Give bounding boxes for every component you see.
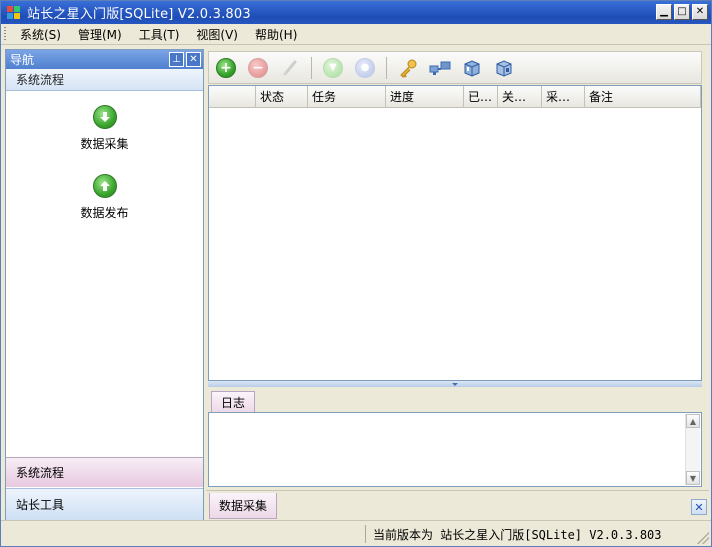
app-window: 站长之星入门版[SQLite] V2.0.3.803 ▁ □ ✕ 系统(S) 管… — [0, 0, 712, 547]
tab-data-collect-label: 数据采集 — [218, 499, 267, 513]
nav-tab-webmaster-tools[interactable]: 站长工具 — [6, 488, 203, 520]
maximize-button[interactable]: □ — [674, 4, 690, 20]
menu-view[interactable]: 视图(V) — [196, 26, 238, 43]
tab-log-label: 日志 — [220, 396, 245, 410]
upload-arrow-icon — [92, 174, 117, 198]
grid-column-collect[interactable]: 采… — [542, 86, 585, 107]
grid-column-status[interactable]: 状态 — [256, 86, 308, 107]
menu-grip-icon[interactable] — [4, 27, 6, 41]
task-grid[interactable]: 状态 任务 进度 已… 关… 采… 备注 — [208, 85, 702, 381]
menu-manage[interactable]: 管理(M) — [78, 26, 122, 43]
scroll-up-icon[interactable]: ▲ — [686, 414, 700, 428]
tab-log[interactable]: 日志 — [211, 391, 255, 413]
menu-tools[interactable]: 工具(T) — [139, 26, 180, 43]
log-textbox[interactable]: ▲ ▼ — [208, 412, 702, 487]
document-tab-strip: 数据采集 ✕ — [206, 490, 709, 519]
key-icon[interactable] — [397, 57, 419, 79]
download-arrow-icon — [92, 105, 117, 129]
window-controls: ▁ □ ✕ — [656, 4, 708, 20]
window-title: 站长之星入门版[SQLite] V2.0.3.803 — [27, 7, 251, 22]
splitter-arrow-icon — [452, 383, 458, 386]
pin-icon[interactable]: ⊥ — [169, 52, 184, 67]
minimize-button[interactable]: ▁ — [656, 4, 672, 20]
menu-bar: 系统(S) 管理(M) 工具(T) 视图(V) 帮助(H) — [1, 24, 711, 45]
nav-tab-label: 系统流程 — [16, 466, 65, 480]
panel-splitter[interactable] — [208, 381, 702, 387]
status-version-text: 当前版本为 站长之星入门版[SQLite] V2.0.3.803 — [373, 528, 662, 542]
nav-tab-label: 站长工具 — [16, 498, 65, 512]
nav-header: 导航 ⊥ ✕ — [6, 50, 203, 69]
server-icon[interactable] — [461, 57, 483, 79]
nav-tool-collect[interactable]: 数据采集 — [6, 105, 203, 152]
nav-title: 导航 — [10, 53, 35, 67]
start-icon[interactable]: ▼ — [322, 57, 344, 79]
nav-panel: 导航 ⊥ ✕ 系统流程 数据采集 数据发布 系统流程 站长工具 — [5, 49, 204, 521]
log-scrollbar[interactable]: ▲ ▼ — [685, 414, 700, 485]
status-bar: 当前版本为 站长之星入门版[SQLite] V2.0.3.803 — [1, 520, 711, 546]
title-bar[interactable]: 站长之星入门版[SQLite] V2.0.3.803 ▁ □ ✕ — [1, 1, 711, 24]
resize-grip-icon[interactable] — [697, 532, 709, 544]
server-alt-icon[interactable] — [493, 57, 515, 79]
toolbar-separator — [311, 56, 312, 79]
menu-help[interactable]: 帮助(H) — [255, 26, 297, 43]
nav-close-icon[interactable]: ✕ — [186, 52, 201, 67]
clear-icon[interactable] — [279, 57, 301, 79]
app-icon — [7, 5, 21, 20]
tab-data-collect[interactable]: 数据采集 — [209, 493, 277, 519]
grid-column-note[interactable]: 备注 — [585, 86, 701, 107]
grid-column-related[interactable]: 关… — [498, 86, 542, 107]
grid-header: 状态 任务 进度 已… 关… 采… 备注 — [209, 86, 701, 108]
status-separator — [365, 525, 366, 543]
grid-column-select[interactable] — [209, 86, 256, 107]
main-toolbar: + − ▼ ● — [208, 51, 702, 84]
add-icon[interactable]: + — [215, 57, 237, 79]
nav-body: 数据采集 数据发布 — [6, 91, 203, 446]
log-tab-strip: 日志 — [208, 389, 702, 413]
nav-tab-system-flow[interactable]: 系统流程 — [6, 457, 203, 487]
close-button[interactable]: ✕ — [692, 4, 708, 20]
nav-tool-publish[interactable]: 数据发布 — [6, 174, 203, 221]
remove-icon[interactable]: − — [247, 57, 269, 79]
grid-column-task[interactable]: 任务 — [308, 86, 386, 107]
nav-tool-label: 数据采集 — [80, 137, 129, 151]
nav-section-label: 系统流程 — [16, 73, 65, 87]
toolbar-separator — [386, 56, 387, 79]
tab-close-icon[interactable]: ✕ — [691, 499, 707, 515]
network-icon[interactable] — [429, 57, 451, 79]
grid-column-done[interactable]: 已… — [464, 86, 498, 107]
scroll-down-icon[interactable]: ▼ — [686, 471, 700, 485]
stop-icon[interactable]: ● — [354, 57, 376, 79]
grid-column-progress[interactable]: 进度 — [386, 86, 464, 107]
nav-section-header[interactable]: 系统流程 — [6, 69, 203, 91]
menu-system[interactable]: 系统(S) — [20, 26, 61, 43]
nav-tool-label: 数据发布 — [80, 206, 129, 220]
